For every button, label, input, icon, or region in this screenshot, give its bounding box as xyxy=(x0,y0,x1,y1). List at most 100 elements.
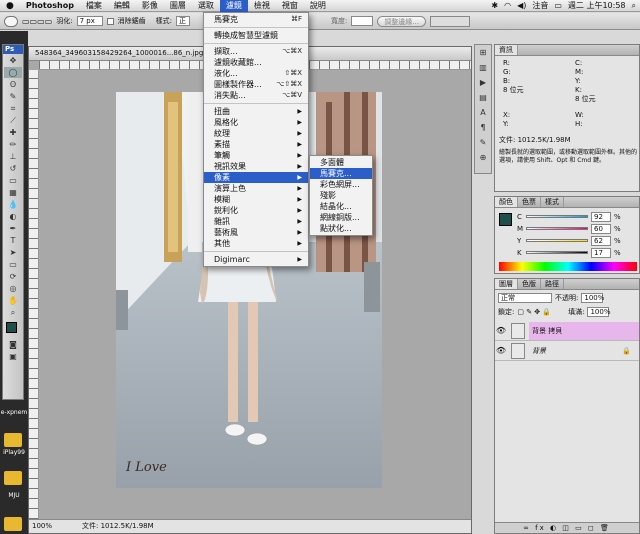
filter-menu-item[interactable]: 銳利化 ▶ xyxy=(204,205,308,216)
marquee-tool-icon[interactable]: ◯ xyxy=(4,67,22,78)
3d-rotate-icon[interactable]: ⟳ xyxy=(4,271,22,282)
channel-slider[interactable] xyxy=(526,227,588,230)
pixelate-menu-item[interactable]: 彩色網屏... xyxy=(310,179,372,190)
foreground-swatch[interactable] xyxy=(6,322,17,333)
filter-menu-item[interactable]: 筆觸 ▶ xyxy=(204,150,308,161)
slice-tool-icon[interactable]: ⟋ xyxy=(4,115,22,126)
feather-input[interactable]: 7 px xyxy=(76,16,103,26)
channel-value-input[interactable]: 62 xyxy=(591,235,611,246)
menu-layer[interactable]: 圖層 xyxy=(164,0,192,12)
dodge-tool-icon[interactable]: ◐ xyxy=(4,211,22,222)
workspace-icon[interactable] xyxy=(430,15,470,27)
type-tool-icon[interactable]: T xyxy=(4,235,22,246)
channel-slider[interactable] xyxy=(526,239,588,242)
filter-menu-item[interactable]: 濾鏡收藏館... xyxy=(204,57,308,68)
shape-tool-icon[interactable]: ▭ xyxy=(4,259,22,270)
color-foreground-swatch[interactable] xyxy=(499,213,512,226)
filter-menu-item[interactable]: 像素 ▶ xyxy=(204,172,308,183)
layers-footer[interactable]: ∞ fx ◐ ◫ ▭ ◻ 🗑 xyxy=(495,522,639,533)
tab-color[interactable]: 顏色 xyxy=(495,197,518,207)
pixelate-menu-item[interactable]: 結晶化... xyxy=(310,201,372,212)
layer-name[interactable]: 背景 xyxy=(529,346,622,356)
filter-menu-item[interactable]: 視訊效果 ▶ xyxy=(204,161,308,172)
histogram-icon[interactable]: ▥ xyxy=(476,63,490,75)
actions-icon[interactable]: ▶ xyxy=(476,78,490,90)
filter-menu-item[interactable]: 雜訊 ▶ xyxy=(204,216,308,227)
paragraph-icon[interactable]: ¶ xyxy=(476,123,490,135)
navigator-icon[interactable]: ⊞ xyxy=(476,48,490,60)
3d-orbit-icon[interactable]: ◎ xyxy=(4,283,22,294)
tab-channels[interactable]: 色版 xyxy=(518,279,541,289)
hand-tool-icon[interactable]: ✋ xyxy=(4,295,22,306)
channel-value-input[interactable]: 92 xyxy=(591,211,611,222)
bluetooth-icon[interactable]: ✱ xyxy=(491,1,498,10)
filter-menu-item[interactable]: 圖樣製作器... ⌥⇧⌘X xyxy=(204,79,308,90)
opacity-input[interactable]: 100% xyxy=(581,293,604,303)
magic-wand-icon[interactable]: ✎ xyxy=(4,91,22,102)
gradient-tool-icon[interactable]: ▦ xyxy=(4,187,22,198)
layer-row-background[interactable]: 👁 背景 🔒 xyxy=(495,341,639,361)
filter-menu-item[interactable]: 馬賽克 ⌘F xyxy=(204,14,308,25)
clock[interactable]: 週二 上午10:58 xyxy=(568,0,626,11)
crop-tool-icon[interactable]: ⌗ xyxy=(4,103,22,114)
channel-slider[interactable] xyxy=(526,251,588,254)
volume-icon[interactable]: ◀) xyxy=(517,1,526,10)
menu-help[interactable]: 說明 xyxy=(304,0,332,12)
selection-mode-icons[interactable]: ▭▭▭▭ xyxy=(22,17,52,26)
menu-file[interactable]: 檔案 xyxy=(80,0,108,12)
channel-value-input[interactable]: 17 xyxy=(591,247,611,258)
zoom-level[interactable]: 100% xyxy=(32,520,52,533)
battery-icon[interactable]: ▭ xyxy=(554,1,562,10)
pixelate-menu-item[interactable]: 點狀化... xyxy=(310,223,372,234)
stamp-tool-icon[interactable]: ⊥ xyxy=(4,151,22,162)
fill-input[interactable]: 100% xyxy=(587,307,610,317)
tab-styles[interactable]: 樣式 xyxy=(541,197,564,207)
move-tool-icon[interactable]: ✥ xyxy=(4,55,22,66)
filter-menu-item[interactable]: Digimarc ▶ xyxy=(204,254,308,265)
folder-icon[interactable] xyxy=(4,471,22,485)
pixelate-menu-item[interactable]: 馬賽克... xyxy=(310,168,372,179)
filter-menu-item[interactable]: 擷取... ⌥⌘X xyxy=(204,46,308,57)
filter-menu-item[interactable]: 藝術風 ▶ xyxy=(204,227,308,238)
quick-mask-icon[interactable]: ◙ xyxy=(4,339,22,350)
tab-info[interactable]: 資訊 xyxy=(495,45,518,55)
character-icon[interactable]: A xyxy=(476,108,490,120)
menu-window[interactable]: 視窗 xyxy=(276,0,304,12)
blur-tool-icon[interactable]: 💧 xyxy=(4,199,22,210)
filter-menu-item[interactable]: 其他 ▶ xyxy=(204,238,308,249)
style-select[interactable]: 正常 xyxy=(175,16,190,26)
filter-menu-item[interactable]: 消失點... ⌥⌘V xyxy=(204,90,308,101)
refine-edge-button[interactable]: 調整邊緣... xyxy=(377,15,426,27)
filter-menu-item[interactable]: 模糊 ▶ xyxy=(204,194,308,205)
history-icon[interactable]: ▤ xyxy=(476,93,490,105)
folder-icon[interactable] xyxy=(4,433,22,447)
wifi-icon[interactable]: ◠ xyxy=(504,1,511,10)
layer-name[interactable]: 背景 拷貝 xyxy=(529,321,639,340)
folder-icon[interactable] xyxy=(4,517,22,531)
history-brush-icon[interactable]: ↺ xyxy=(4,163,22,174)
menu-edit[interactable]: 編輯 xyxy=(108,0,136,12)
input-method[interactable]: 注音 xyxy=(532,0,548,11)
filter-menu-item[interactable]: 轉換成智慧型濾鏡 xyxy=(204,30,308,41)
pixelate-menu-item[interactable]: 殘影 xyxy=(310,190,372,201)
app-menu[interactable]: Photoshop xyxy=(20,0,80,12)
filter-menu-item[interactable]: 風格化 ▶ xyxy=(204,117,308,128)
brush-tool-icon[interactable]: ✏ xyxy=(4,139,22,150)
pixelate-menu-item[interactable]: 網線銅版... xyxy=(310,212,372,223)
filter-menu-item[interactable]: 液化... ⇧⌘X xyxy=(204,68,308,79)
eye-icon[interactable]: 👁 xyxy=(495,326,507,335)
menu-filter[interactable]: 濾鏡 xyxy=(219,0,248,12)
pen-tool-icon[interactable]: ✒ xyxy=(4,223,22,234)
clone-source-icon[interactable]: ⊕ xyxy=(476,153,490,165)
eye-icon[interactable]: 👁 xyxy=(495,346,507,355)
blend-mode-select[interactable]: 正常 xyxy=(498,293,552,303)
filter-menu-item[interactable]: 紋理 ▶ xyxy=(204,128,308,139)
tab-swatches[interactable]: 色票 xyxy=(518,197,541,207)
menu-select[interactable]: 選取 xyxy=(192,0,220,12)
spotlight-icon[interactable]: ⌕ xyxy=(632,1,636,11)
antialias-checkbox[interactable] xyxy=(106,17,114,25)
color-ramp[interactable] xyxy=(499,262,637,271)
tab-paths[interactable]: 路徑 xyxy=(541,279,564,289)
filter-menu-item[interactable]: 素描 ▶ xyxy=(204,139,308,150)
width-input[interactable] xyxy=(351,16,374,26)
